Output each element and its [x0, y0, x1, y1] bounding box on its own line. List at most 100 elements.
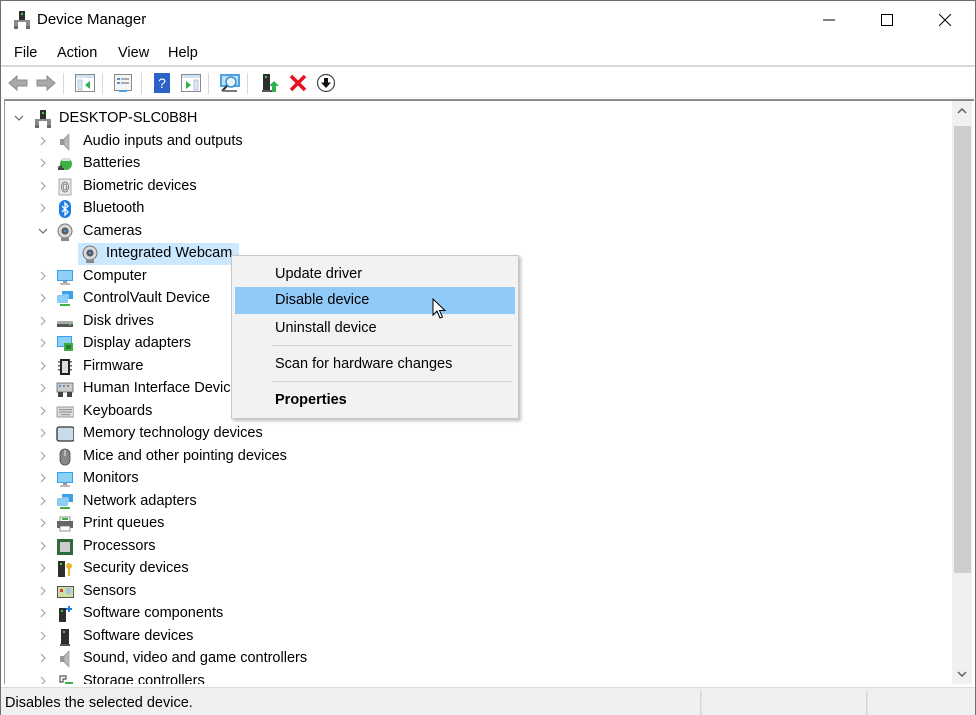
expand-chevron-icon[interactable] — [37, 270, 49, 282]
webcam-icon — [82, 245, 98, 263]
collapse-chevron-icon[interactable] — [13, 112, 25, 124]
tree-item-biometric-devices[interactable]: Biometric devices — [5, 176, 953, 198]
tree-item-label: Sensors — [83, 582, 137, 599]
help-button[interactable]: ? — [151, 72, 173, 94]
security-key-icon — [58, 561, 72, 577]
menu-view[interactable]: View — [118, 45, 149, 61]
expand-chevron-icon[interactable] — [37, 652, 49, 664]
tree-item-print-queues[interactable]: Print queues — [5, 513, 953, 535]
context-menu: Update driver Disable device Uninstall d… — [231, 255, 519, 419]
menu-item-disable-device[interactable]: Disable device — [235, 287, 515, 314]
vertical-scrollbar[interactable] — [952, 101, 972, 684]
expand-chevron-icon[interactable] — [37, 337, 49, 349]
back-arrow-icon — [8, 75, 28, 91]
svg-text:?: ? — [158, 75, 166, 91]
uninstall-device-button[interactable] — [287, 72, 309, 94]
expand-chevron-icon[interactable] — [37, 292, 49, 304]
expand-chevron-icon[interactable] — [37, 540, 49, 552]
expand-chevron-icon[interactable] — [37, 495, 49, 507]
maximize-icon — [881, 14, 893, 26]
tree-item-label: Storage controllers — [83, 672, 205, 685]
uninstall-device-icon — [289, 74, 307, 92]
speaker-icon — [60, 132, 70, 151]
tree-item-software-components[interactable]: Software components — [5, 603, 953, 625]
expand-chevron-icon[interactable] — [37, 517, 49, 529]
tree-item-label: Software components — [83, 605, 224, 621]
toolbar-separator — [208, 73, 209, 94]
display-adapter-icon — [57, 336, 73, 351]
tree-item-storage-controllers[interactable]: Storage controllers — [5, 671, 953, 685]
tree-item-processors[interactable]: Processors — [5, 536, 953, 558]
toolbar: ? — [1, 69, 975, 98]
chip-icon — [58, 358, 72, 375]
expand-chevron-icon[interactable] — [37, 585, 49, 597]
hid-icon — [56, 382, 74, 397]
menu-help[interactable]: Help — [168, 45, 198, 61]
tree-item-mice-and-other-pointing-devices[interactable]: Mice and other pointing devices — [5, 446, 953, 468]
expand-chevron-icon[interactable] — [37, 157, 49, 169]
tree-root-computer[interactable]: DESKTOP-SLC0B8H — [5, 108, 953, 130]
maximize-button[interactable] — [858, 1, 916, 39]
tree-item-sensors[interactable]: Sensors — [5, 581, 953, 603]
expand-chevron-icon[interactable] — [37, 315, 49, 327]
monitor-icon — [57, 472, 73, 487]
tree-item-sound-video-and-game-controllers[interactable]: Sound, video and game controllers — [5, 648, 953, 670]
tree-item-label: Sound, video and game controllers — [83, 650, 308, 666]
processor-icon — [57, 538, 73, 555]
scan-hardware-icon — [220, 74, 240, 92]
scroll-down-button[interactable] — [952, 664, 972, 684]
expand-chevron-icon[interactable] — [37, 180, 49, 192]
tree-item-label: Keyboards — [83, 402, 153, 419]
expand-chevron-icon[interactable] — [37, 450, 49, 462]
expand-chevron-icon[interactable] — [37, 675, 49, 685]
properties-button[interactable] — [112, 72, 134, 94]
tree-item-software-devices[interactable]: Software devices — [5, 626, 953, 648]
expand-chevron-icon[interactable] — [37, 630, 49, 642]
expand-chevron-icon[interactable] — [37, 382, 49, 394]
expand-chevron-icon[interactable] — [37, 360, 49, 372]
close-button[interactable] — [916, 1, 974, 39]
collapse-chevron-icon[interactable] — [37, 225, 49, 237]
tree-item-label: Software devices — [83, 627, 194, 644]
scan-hardware-button[interactable] — [219, 72, 241, 94]
tree-item-monitors[interactable]: Monitors — [5, 468, 953, 490]
scroll-up-button[interactable] — [952, 101, 972, 121]
forward-button[interactable] — [35, 72, 57, 94]
scrollbar-thumb[interactable] — [954, 126, 971, 573]
menu-item-uninstall-device[interactable]: Uninstall device — [235, 315, 515, 342]
tree-item-audio-inputs-and-outputs[interactable]: Audio inputs and outputs — [5, 131, 953, 153]
tree-item-label: Computer — [83, 267, 147, 284]
tree-item-label: Audio inputs and outputs — [83, 132, 243, 149]
expand-chevron-icon[interactable] — [37, 427, 49, 439]
expand-chevron-icon[interactable] — [37, 562, 49, 574]
chevron-up-icon — [957, 108, 967, 114]
menu-file[interactable]: File — [14, 45, 37, 61]
tree-item-label: Biometric devices — [83, 177, 197, 194]
expand-chevron-icon[interactable] — [37, 472, 49, 484]
show-hide-console-tree-button[interactable] — [74, 72, 96, 94]
menu-item-label: Properties — [275, 392, 347, 408]
minimize-button[interactable] — [800, 1, 858, 39]
tree-item-bluetooth[interactable]: Bluetooth — [5, 198, 953, 220]
tree-item-security-devices[interactable]: Security devices — [5, 558, 953, 580]
show-hide-action-pane-button[interactable] — [180, 72, 202, 94]
sensor-icon — [57, 585, 74, 598]
back-button[interactable] — [7, 72, 29, 94]
expand-chevron-icon[interactable] — [37, 202, 49, 214]
update-driver-button[interactable] — [259, 72, 281, 94]
disable-device-button[interactable] — [315, 72, 337, 94]
expand-chevron-icon[interactable] — [37, 607, 49, 619]
tree-item-cameras[interactable]: Cameras — [5, 221, 953, 243]
device-manager-window: Device Manager File Action View Help ? D… — [0, 0, 976, 715]
tree-item-batteries[interactable]: Batteries — [5, 153, 953, 175]
disk-drive-icon — [57, 320, 73, 327]
menu-item-label: Uninstall device — [275, 320, 377, 336]
menu-action[interactable]: Action — [57, 45, 97, 61]
expand-chevron-icon[interactable] — [37, 405, 49, 417]
tree-item-memory-technology-devices[interactable]: Memory technology devices — [5, 423, 953, 445]
expand-chevron-icon[interactable] — [37, 135, 49, 147]
tree-item-network-adapters[interactable]: Network adapters — [5, 491, 953, 513]
menu-item-scan-hardware[interactable]: Scan for hardware changes — [235, 351, 515, 378]
menu-item-update-driver[interactable]: Update driver — [235, 261, 515, 288]
menu-item-properties[interactable]: Properties — [235, 387, 515, 414]
